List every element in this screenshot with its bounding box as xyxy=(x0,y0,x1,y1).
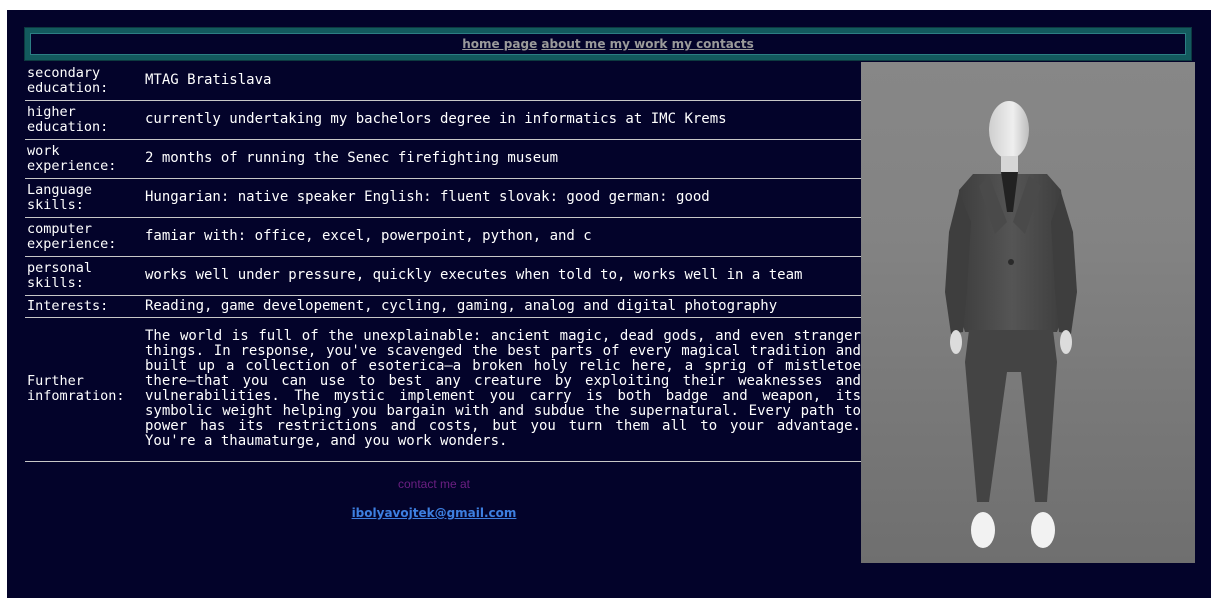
info-label: secondary education: xyxy=(25,62,143,101)
mannequin-image xyxy=(945,101,1077,548)
nav-link-about[interactable]: about me xyxy=(541,37,605,51)
info-label: computer experience: xyxy=(25,217,143,257)
info-value: Hungarian: native speaker English: fluen… xyxy=(143,178,861,218)
contact-email-link[interactable]: ibolyavojtek@gmail.com xyxy=(352,506,517,520)
nav-links: home page about me my work my contacts xyxy=(30,33,1186,55)
nav-bar: home page about me my work my contacts xyxy=(24,27,1192,61)
info-row-further-information: Further infomration: The world is full o… xyxy=(25,317,861,462)
nav-link-contacts[interactable]: my contacts xyxy=(672,37,754,51)
nav-link-work[interactable]: my work xyxy=(610,37,668,51)
info-value: currently undertaking my bachelors degre… xyxy=(143,100,861,140)
info-row-computer-experience: computer experience: famiar with: office… xyxy=(25,217,861,257)
info-label: Further infomration: xyxy=(25,317,143,462)
info-value: famiar with: office, excel, powerpoint, … xyxy=(143,217,861,257)
info-row-personal-skills: personal skills: works well under pressu… xyxy=(25,256,861,296)
info-value: Reading, game developement, cycling, gam… xyxy=(143,295,861,318)
info-row-language-skills: Language skills: Hungarian: native speak… xyxy=(25,178,861,218)
contact-section: contact me at ibolyavojtek@gmail.com xyxy=(7,476,861,522)
info-label: work experience: xyxy=(25,139,143,179)
suit-photo xyxy=(861,62,1195,563)
info-row-work-experience: work experience: 2 months of running the… xyxy=(25,139,861,179)
info-value: MTAG Bratislava xyxy=(143,62,861,101)
info-label: personal skills: xyxy=(25,256,143,296)
nav-link-home[interactable]: home page xyxy=(462,37,537,51)
page: home page about me my work my contacts s… xyxy=(7,10,1211,598)
info-label: Language skills: xyxy=(25,178,143,218)
info-value: 2 months of running the Senec firefighti… xyxy=(143,139,861,179)
info-row-higher-education: higher education: currently undertaking … xyxy=(25,100,861,140)
info-value: The world is full of the unexplainable: … xyxy=(143,317,861,462)
info-table: secondary education: MTAG Bratislava hig… xyxy=(25,62,861,462)
contact-label: contact me at xyxy=(397,477,471,491)
info-row-secondary-education: secondary education: MTAG Bratislava xyxy=(25,62,861,101)
info-value: works well under pressure, quickly execu… xyxy=(143,256,861,296)
info-row-interests: Interests: Reading, game developement, c… xyxy=(25,295,861,318)
info-label: higher education: xyxy=(25,100,143,140)
info-label: Interests: xyxy=(25,295,143,318)
